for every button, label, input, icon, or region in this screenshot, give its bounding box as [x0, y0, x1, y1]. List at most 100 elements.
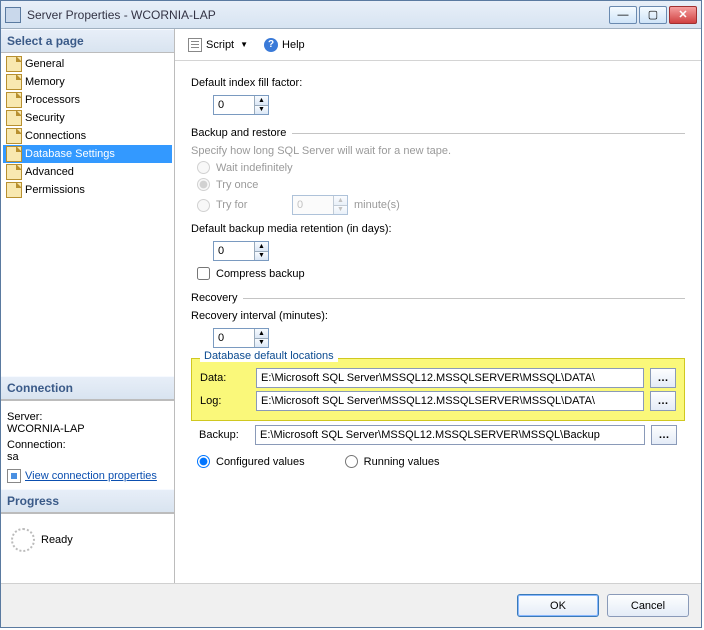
sidebar: Select a page General Memory Processors …	[1, 29, 175, 583]
log-path-label: Log:	[200, 395, 250, 407]
server-label: Server:	[7, 411, 168, 423]
recovery-interval-label: Recovery interval (minutes):	[191, 310, 685, 322]
backup-restore-section: Backup and restore	[191, 127, 685, 139]
fill-factor-stepper[interactable]: ▲▼	[213, 95, 269, 115]
spinner-up-icon[interactable]: ▲	[255, 329, 268, 338]
close-button[interactable]: ✕	[669, 6, 697, 24]
try-once-label: Try once	[216, 179, 258, 191]
script-label: Script	[206, 39, 234, 51]
help-icon: ?	[264, 38, 278, 52]
recovery-interval-stepper[interactable]: ▲▼	[213, 328, 269, 348]
fill-factor-label: Default index fill factor:	[191, 77, 685, 89]
maximize-button[interactable]: ▢	[639, 6, 667, 24]
try-for-input	[293, 196, 333, 214]
recovery-interval-input[interactable]	[214, 329, 254, 347]
select-page-header: Select a page	[1, 29, 174, 53]
sidebar-item-memory[interactable]: Memory	[3, 73, 172, 91]
spinner-down-icon[interactable]: ▼	[255, 251, 268, 261]
retention-input[interactable]	[214, 242, 254, 260]
wait-indefinitely-option: Wait indefinitely	[197, 161, 685, 174]
wait-indefinitely-radio	[197, 161, 210, 174]
sidebar-item-database-settings[interactable]: Database Settings	[3, 145, 172, 163]
data-path-browse-button[interactable]: …	[650, 368, 676, 388]
server-properties-window: Server Properties - WCORNIA-LAP — ▢ ✕ Se…	[0, 0, 702, 628]
server-value: WCORNIA-LAP	[7, 423, 168, 435]
sidebar-item-label: General	[25, 58, 64, 70]
compress-backup-checkbox[interactable]	[197, 267, 210, 280]
backup-path-label: Backup:	[199, 429, 249, 441]
tape-hint: Specify how long SQL Server will wait fo…	[191, 145, 685, 157]
settings-pane: Default index fill factor: ▲▼ Backup and…	[175, 61, 701, 583]
retention-stepper[interactable]: ▲▼	[213, 241, 269, 261]
try-for-option: Try for ▲▼ minute(s)	[197, 195, 685, 215]
doc-icon	[6, 110, 22, 126]
toolbar: Script ▼ ? Help	[175, 29, 701, 61]
dialog-body: Select a page General Memory Processors …	[1, 29, 701, 583]
minimize-button[interactable]: —	[609, 6, 637, 24]
retention-label: Default backup media retention (in days)…	[191, 223, 685, 235]
spinner-down-icon: ▼	[334, 205, 347, 215]
progress-header: Progress	[1, 489, 174, 513]
try-once-radio	[197, 178, 210, 191]
connection-value: sa	[7, 451, 168, 463]
connection-properties-icon	[7, 469, 21, 483]
connection-header: Connection	[1, 376, 174, 400]
try-for-radio	[197, 199, 210, 212]
window-title: Server Properties - WCORNIA-LAP	[27, 8, 607, 22]
sidebar-item-advanced[interactable]: Advanced	[3, 163, 172, 181]
data-path-label: Data:	[200, 372, 250, 384]
help-button[interactable]: ? Help	[257, 34, 312, 56]
data-path-input[interactable]	[256, 368, 644, 388]
connection-panel: Server: WCORNIA-LAP Connection: sa View …	[1, 400, 174, 489]
spinner-up-icon[interactable]: ▲	[255, 96, 268, 105]
sidebar-item-label: Processors	[25, 94, 80, 106]
script-button[interactable]: Script ▼	[181, 34, 255, 56]
fill-factor-input[interactable]	[214, 96, 254, 114]
sidebar-item-general[interactable]: General	[3, 55, 172, 73]
compress-backup-label: Compress backup	[216, 268, 305, 280]
progress-spinner-icon	[11, 528, 35, 552]
dialog-footer: OK Cancel	[1, 583, 701, 627]
sidebar-item-permissions[interactable]: Permissions	[3, 181, 172, 199]
page-navigation: General Memory Processors Security Conne…	[1, 53, 174, 376]
running-values-radio[interactable]	[345, 455, 358, 468]
sidebar-item-label: Memory	[25, 76, 65, 88]
help-label: Help	[282, 39, 305, 51]
wait-indefinitely-label: Wait indefinitely	[216, 162, 293, 174]
sidebar-item-security[interactable]: Security	[3, 109, 172, 127]
chevron-down-icon: ▼	[240, 40, 248, 49]
try-for-label: Try for	[216, 199, 286, 211]
configured-values-label: Configured values	[216, 456, 305, 468]
default-locations-group: Database default locations Data: … Log: …	[191, 358, 685, 421]
configured-values-radio[interactable]	[197, 455, 210, 468]
log-path-input[interactable]	[256, 391, 644, 411]
doc-icon	[6, 182, 22, 198]
backup-path-browse-button[interactable]: …	[651, 425, 677, 445]
try-once-option: Try once	[197, 178, 685, 191]
recovery-section: Recovery	[191, 292, 685, 304]
doc-icon	[6, 164, 22, 180]
sidebar-item-connections[interactable]: Connections	[3, 127, 172, 145]
compress-backup-option[interactable]: Compress backup	[197, 267, 685, 280]
doc-icon	[6, 128, 22, 144]
backup-path-input[interactable]	[255, 425, 645, 445]
spinner-down-icon[interactable]: ▼	[255, 338, 268, 348]
ok-button[interactable]: OK	[517, 594, 599, 617]
sidebar-item-label: Permissions	[25, 184, 85, 196]
server-icon	[5, 7, 21, 23]
titlebar: Server Properties - WCORNIA-LAP — ▢ ✕	[1, 1, 701, 29]
sidebar-item-label: Security	[25, 112, 65, 124]
connection-label: Connection:	[7, 439, 168, 451]
sidebar-item-processors[interactable]: Processors	[3, 91, 172, 109]
doc-icon	[6, 146, 22, 162]
log-path-browse-button[interactable]: …	[650, 391, 676, 411]
spinner-down-icon[interactable]: ▼	[255, 105, 268, 115]
cancel-button[interactable]: Cancel	[607, 594, 689, 617]
view-connection-properties-link[interactable]: View connection properties	[25, 470, 157, 482]
sidebar-item-label: Connections	[25, 130, 86, 142]
sidebar-item-label: Database Settings	[25, 148, 115, 160]
running-values-label: Running values	[364, 456, 440, 468]
spinner-up-icon[interactable]: ▲	[255, 242, 268, 251]
sidebar-item-label: Advanced	[25, 166, 74, 178]
default-locations-legend: Database default locations	[200, 350, 338, 362]
